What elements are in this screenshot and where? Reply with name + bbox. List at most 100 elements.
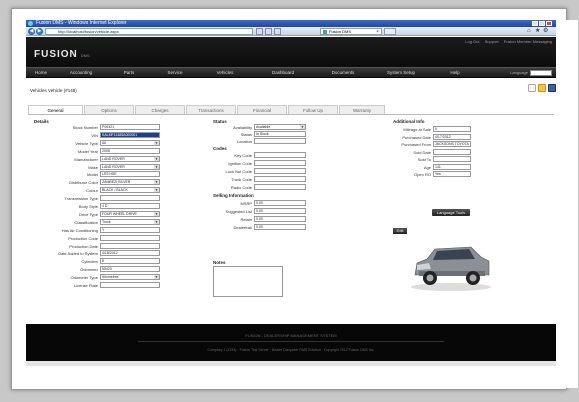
menu-documents[interactable]: Documents [314,70,372,75]
minimize-icon[interactable] [532,21,538,26]
menu-dashboard[interactable]: Dashboard [252,70,314,75]
menu-service[interactable]: Service [152,70,198,75]
selling-input[interactable]: 0.00 [254,208,306,214]
language-tools-button[interactable]: Language Tools [432,209,470,216]
address-bar[interactable]: http://localhost/fusion/vehicle.aspx [45,28,253,35]
address-text: http://localhost/fusion/vehicle.aspx [58,29,119,34]
field-label: Transmission Type [64,196,98,202]
field-input[interactable]: Available [254,124,306,130]
field-input[interactable]: 4/17/2012 [433,133,471,140]
stop-icon[interactable] [274,28,281,35]
ie-logo-icon [28,21,33,26]
field-input[interactable]: Kilometres [100,274,160,281]
page-actions [528,84,556,92]
field-input[interactable]: 55423 [100,266,160,273]
menu-home[interactable]: Home [26,70,56,75]
vehicle-photo [411,246,491,291]
field-input[interactable] [433,148,471,155]
field-input[interactable]: 2005 [100,147,160,154]
field-input[interactable]: FOUR WHEEL DRIVE [100,210,160,217]
forward-icon[interactable]: ▶ [36,28,43,35]
field-label: Odometer Type [70,275,99,281]
close-icon[interactable] [546,21,552,26]
gear-icon[interactable]: ⚙ [543,28,548,34]
field-input[interactable] [433,156,471,162]
field-label: Status [240,132,252,137]
home-icon[interactable]: ⌂ [527,28,532,34]
browser-tab[interactable]: Fusion DMS × [320,28,382,35]
selling-input[interactable]: 0.00 [254,224,306,230]
folder-icon[interactable] [538,84,546,92]
tab-close-icon[interactable]: × [376,29,379,35]
field-input[interactable]: 8 [100,258,160,265]
selling-input[interactable]: 0.00 [254,200,306,206]
field-input[interactable]: P00321 [100,124,160,130]
field-label: Vehicle Type [75,140,98,146]
code-input[interactable] [254,152,306,158]
support-link[interactable]: Support [485,39,499,44]
selling-label: Retain [240,217,252,222]
code-input[interactable] [254,184,306,190]
field-input[interactable] [100,282,160,288]
field-input[interactable]: 0 [433,126,471,132]
field-input[interactable]: LR3 HSE [100,171,160,178]
field-label: Production Date [69,243,98,249]
field-input[interactable]: 141 [433,163,471,170]
field-input[interactable]: LAND ROVER [100,163,160,170]
field-input[interactable]: In Stock [254,131,306,137]
field-input[interactable]: LAND ROVER [100,155,160,162]
menu-help[interactable]: Help [430,70,480,75]
favorites-icon[interactable]: ★ [535,28,540,34]
footer-divider [138,341,444,342]
browser-tab-title: Fusion DMS [329,29,352,34]
menu-parts[interactable]: Parts [106,70,152,75]
new-page-icon[interactable] [528,84,536,92]
app-logo: FUSION DMS [34,49,90,60]
field-input[interactable] [254,138,306,144]
field-label: Open RO [414,172,431,177]
menu-vehicles[interactable]: Vehicles [198,70,252,75]
field-input[interactable] [100,195,160,202]
logout-link[interactable]: Log Out [465,39,479,44]
language-select[interactable] [530,70,552,76]
field-label: Age [423,164,431,170]
field-input[interactable]: Truck [100,218,160,225]
menu-accounting[interactable]: Accounting [56,70,106,75]
selling-input[interactable]: 0.00 [254,216,306,222]
messaging-link[interactable]: Fusion Member Messaging [504,39,552,44]
notes-textarea[interactable] [213,266,283,297]
compat-icon[interactable] [256,28,263,35]
save-icon[interactable] [548,84,556,92]
code-label: Key Code [234,153,252,158]
field-input[interactable]: SALMF11485A000001 [100,131,160,138]
field-label: VIN [91,132,98,138]
field-input[interactable] [100,234,160,241]
logo-text: FUSION [34,49,78,60]
code-label: Ignition Code [228,161,252,166]
menu-system-setup[interactable]: System Setup [372,70,430,75]
code-input[interactable] [254,176,306,182]
field-label: Manufacturer [74,156,98,162]
field-input[interactable] [100,242,160,249]
field-input[interactable]: All [100,139,160,146]
field-input[interactable]: 4 D [100,203,160,209]
edit-button[interactable]: Edit [393,228,407,234]
field-input[interactable]: Yes [433,171,471,177]
field-label: License Plate [73,283,98,288]
new-tab-button[interactable] [384,28,396,35]
refresh-icon[interactable] [265,28,272,35]
code-input[interactable] [254,168,306,174]
field-input[interactable]: Y [100,226,160,233]
field-input[interactable]: ZAMBEZI SILVER [100,179,160,186]
logo-subtext: DMS [80,53,90,58]
code-input[interactable] [254,160,306,166]
maximize-icon[interactable] [539,21,545,26]
tab-divider [28,114,554,115]
field-label: Sold Date [413,149,431,155]
field-input[interactable]: 4/18/2012 [100,250,160,257]
back-icon[interactable]: ◀ [28,28,35,35]
window-titlebar: Fusion DMS - Windows Internet Explorer [26,20,556,27]
field-input[interactable]: BLACK / BLACK [100,187,160,194]
field-input[interactable]: JACKSONS TOYOTA [433,141,471,147]
field-label: Stock Number [72,125,98,130]
